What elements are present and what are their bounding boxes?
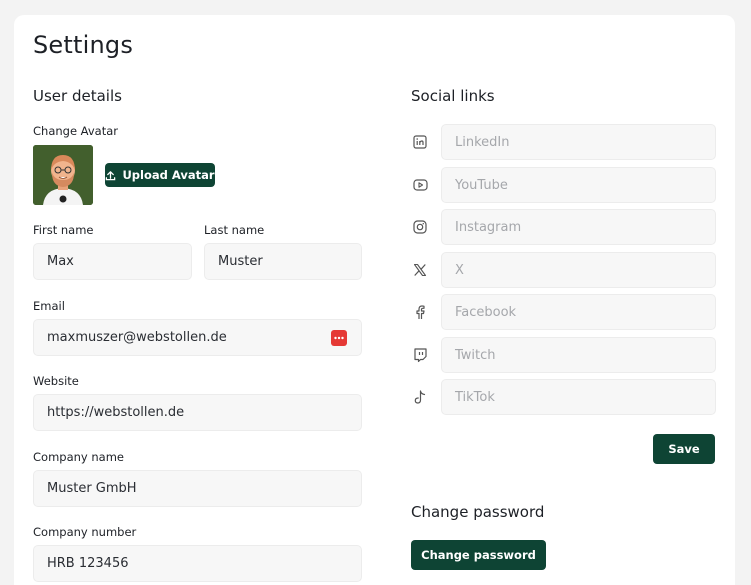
x-icon <box>412 262 428 278</box>
upload-avatar-button[interactable]: Upload Avatar <box>105 163 215 187</box>
facebook-icon <box>412 304 428 320</box>
email-value: maxmuszer@webstollen.de <box>47 330 227 345</box>
instagram-input[interactable]: Instagram <box>441 209 716 245</box>
upload-avatar-label: Upload Avatar <box>122 168 215 182</box>
instagram-icon <box>412 219 428 235</box>
company-name-input[interactable]: Muster GmbH <box>33 470 362 507</box>
linkedin-icon <box>412 134 428 150</box>
change-password-title: Change password <box>411 503 545 521</box>
company-number-input[interactable]: HRB 123456 <box>33 545 362 582</box>
first-name-input[interactable]: Max <box>33 243 192 280</box>
upload-icon <box>106 170 116 180</box>
user-details-title: User details <box>33 87 122 105</box>
youtube-icon <box>412 177 428 193</box>
twitch-icon <box>412 347 428 363</box>
company-name-label: Company name <box>33 450 124 464</box>
first-name-label: First name <box>33 223 94 237</box>
twitch-input[interactable]: Twitch <box>441 337 716 373</box>
save-button[interactable]: Save <box>653 434 715 464</box>
dots-icon <box>334 336 344 340</box>
last-name-input[interactable]: Muster <box>204 243 362 280</box>
email-field[interactable]: maxmuszer@webstollen.de <box>33 319 362 356</box>
change-password-button[interactable]: Change password <box>411 540 546 570</box>
email-label: Email <box>33 299 65 313</box>
linkedin-input[interactable]: LinkedIn <box>441 124 716 160</box>
tiktok-icon <box>412 389 428 405</box>
password-manager-icon[interactable] <box>331 330 347 346</box>
website-label: Website <box>33 374 79 388</box>
avatar-label: Change Avatar <box>33 124 119 138</box>
website-input[interactable]: https://webstollen.de <box>33 394 362 431</box>
x-input[interactable]: X <box>441 252 716 288</box>
tiktok-input[interactable]: TikTok <box>441 379 716 415</box>
company-number-label: Company number <box>33 525 137 539</box>
page-title: Settings <box>33 31 134 59</box>
avatar-image <box>33 145 93 205</box>
avatar <box>33 145 93 205</box>
facebook-input[interactable]: Facebook <box>441 294 716 330</box>
settings-card: Settings User details Change Avatar Uplo… <box>14 15 735 585</box>
social-links-title: Social links <box>411 87 495 105</box>
last-name-label: Last name <box>204 223 265 237</box>
youtube-input[interactable]: YouTube <box>441 167 716 203</box>
